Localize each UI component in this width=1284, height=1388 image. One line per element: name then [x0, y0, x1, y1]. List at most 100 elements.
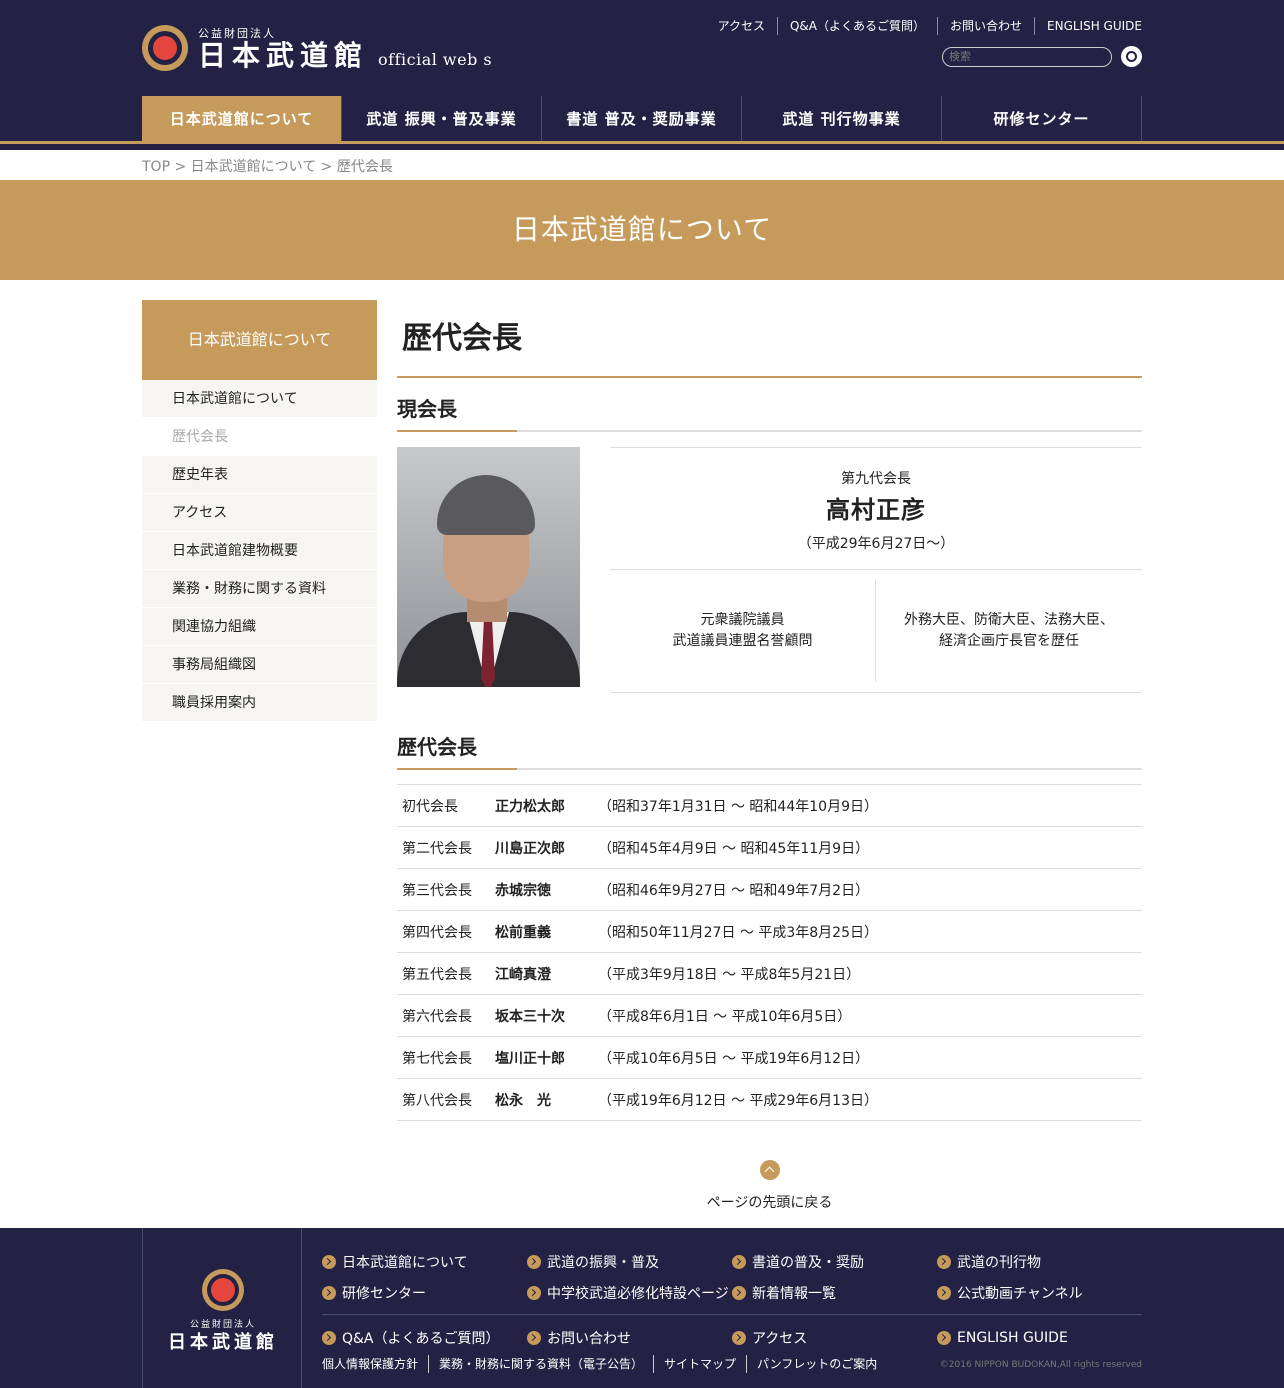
- row-term: （昭和37年1月31日 〜 昭和44年10月9日）: [598, 798, 878, 815]
- president-roles: 元衆議院議員武道議員連盟名誉顧問: [610, 580, 876, 682]
- row-name: 川島正次郎: [495, 840, 565, 857]
- breadcrumb[interactable]: TOP > 日本武道館について > 歴代会長: [142, 156, 393, 176]
- sidebar-title: 日本武道館について: [142, 300, 377, 380]
- footer-link-label[interactable]: 日本武道館について: [342, 1252, 468, 1272]
- table-row: 初代会長 正力松太郎 （昭和37年1月31日 〜 昭和44年10月9日）: [397, 785, 1142, 827]
- sidebar-item-history[interactable]: 歴史年表: [142, 456, 377, 494]
- row-term: （昭和50年11月27日 〜 平成3年8月25日）: [598, 924, 878, 941]
- footer-link[interactable]: ENGLISH GUIDE: [937, 1322, 1142, 1353]
- footer-link[interactable]: 公式動画チャンネル: [937, 1277, 1142, 1308]
- footer-logo[interactable]: 公益財団法人 日本武道館: [142, 1228, 302, 1388]
- nav-calligraphy[interactable]: 書道 普及・奨励事業: [542, 96, 742, 142]
- footer-link[interactable]: 武道の振興・普及: [527, 1246, 732, 1277]
- sidebar-item-recruit[interactable]: 職員採用案内: [142, 684, 377, 722]
- table-row: 第二代会長 川島正次郎 （昭和45年4月9日 〜 昭和45年11月9日）: [397, 827, 1142, 869]
- footer-link-label[interactable]: 新着情報一覧: [752, 1283, 836, 1303]
- footer-links: 日本武道館について 武道の振興・普及 書道の普及・奨励 武道の刊行物 研修センタ…: [322, 1246, 1142, 1353]
- sidebar-item-finance[interactable]: 業務・財務に関する資料: [142, 570, 377, 608]
- chevron-right-icon: [937, 1285, 951, 1300]
- sitemap-link[interactable]: サイトマップ: [653, 1355, 746, 1373]
- row-term: （平成10年6月5日 〜 平成19年6月12日）: [598, 1050, 870, 1067]
- chevron-right-icon: [732, 1330, 746, 1345]
- logo-big-text: 日本武道館: [198, 39, 369, 72]
- row-name: 赤城宗徳: [495, 882, 551, 899]
- site-logo[interactable]: 公益財団法人 日本武道館 official web s: [142, 25, 492, 71]
- privacy-policy-link[interactable]: 個人情報保護方針: [322, 1355, 428, 1373]
- nav-training-center[interactable]: 研修センター: [942, 96, 1142, 142]
- row-term: （昭和45年4月9日 〜 昭和45年11月9日）: [598, 840, 870, 857]
- footer-link[interactable]: 中学校武道必修化特設ページ: [527, 1277, 732, 1308]
- faq-link[interactable]: Q&A（よくあるご質問）: [776, 17, 937, 35]
- footer-link[interactable]: アクセス: [732, 1322, 937, 1353]
- footer-link[interactable]: 書道の普及・奨励: [732, 1246, 937, 1277]
- footer-link-label[interactable]: 研修センター: [342, 1283, 426, 1303]
- footer-link-label[interactable]: 武道の刊行物: [957, 1252, 1041, 1272]
- table-row: 第五代会長 江崎真澄 （平成3年9月18日 〜 平成8年5月21日）: [397, 953, 1142, 995]
- sidebar-item-org-chart[interactable]: 事務局組織図: [142, 646, 377, 684]
- search-icon[interactable]: [1121, 46, 1142, 67]
- sidebar-item-partners[interactable]: 関連協力組織: [142, 608, 377, 646]
- president-photo: [397, 447, 580, 687]
- nav-publications[interactable]: 武道 刊行物事業: [742, 96, 942, 142]
- logo-text: 公益財団法人 日本武道館: [198, 25, 368, 71]
- sidebar-item-access[interactable]: アクセス: [142, 494, 377, 532]
- site-footer: 公益財団法人 日本武道館 日本武道館について 武道の振興・普及 書道の普及・奨励…: [0, 1228, 1284, 1388]
- footer-link[interactable]: Q&A（よくあるご質問）: [322, 1322, 527, 1353]
- back-to-top[interactable]: ページの先頭に戻る: [397, 1160, 1142, 1212]
- sidebar-item-about[interactable]: 日本武道館について: [142, 380, 377, 418]
- access-link[interactable]: アクセス: [706, 17, 777, 35]
- table-row: 第三代会長 赤城宗徳 （昭和46年9月27日 〜 昭和49年7月2日）: [397, 869, 1142, 911]
- back-to-top-label[interactable]: ページの先頭に戻る: [397, 1192, 1142, 1212]
- table-row: 第八代会長 松永 光 （平成19年6月12日 〜 平成29年6月13日）: [397, 1079, 1142, 1121]
- contact-link[interactable]: お問い合わせ: [937, 17, 1034, 35]
- footer-link[interactable]: 武道の刊行物: [937, 1246, 1142, 1277]
- sidebar-item-presidents[interactable]: 歴代会長: [142, 418, 377, 456]
- row-generation: 第五代会長: [402, 966, 472, 983]
- header-divider: [0, 141, 1284, 144]
- footer-link-label[interactable]: Q&A（よくあるご質問）: [342, 1328, 500, 1348]
- row-generation: 第六代会長: [402, 1008, 472, 1025]
- history-table: 初代会長 正力松太郎 （昭和37年1月31日 〜 昭和44年10月9日） 第二代会長…: [397, 784, 1142, 1121]
- footer-link[interactable]: 新着情報一覧: [732, 1277, 937, 1308]
- english-guide-link[interactable]: ENGLISH GUIDE: [1034, 17, 1142, 35]
- footer-link-label[interactable]: アクセス: [752, 1328, 807, 1348]
- footer-link[interactable]: 日本武道館について: [322, 1246, 527, 1277]
- row-name: 松前重義: [495, 924, 551, 941]
- chevron-right-icon: [527, 1254, 541, 1269]
- financial-docs-link[interactable]: 業務・財務に関する資料（電子公告）: [428, 1355, 653, 1373]
- row-generation: 第二代会長: [402, 840, 472, 857]
- sidebar-item-building[interactable]: 日本武道館建物概要: [142, 532, 377, 570]
- row-term: （平成19年6月12日 〜 平成29年6月13日）: [598, 1092, 878, 1109]
- chevron-right-icon: [322, 1254, 336, 1269]
- footer-logo-big: 日本武道館: [168, 1332, 278, 1353]
- role-right-1: 外務大臣、防衛大臣、法務大臣、: [904, 612, 1114, 628]
- footer-link-label[interactable]: 中学校武道必修化特設ページ: [547, 1283, 729, 1303]
- row-term: （平成8年6月1日 〜 平成10年6月5日）: [598, 1008, 852, 1025]
- table-row: 第四代会長 松前重義 （昭和50年11月27日 〜 平成3年8月25日）: [397, 911, 1142, 953]
- footer-link[interactable]: お問い合わせ: [527, 1322, 732, 1353]
- role-left-2: 武道議員連盟名誉顧問: [672, 633, 813, 649]
- utility-links: アクセス Q&A（よくあるご質問） お問い合わせ ENGLISH GUIDE: [706, 17, 1142, 35]
- row-generation: 第八代会長: [402, 1092, 472, 1109]
- current-president-heading: 現会長: [397, 398, 1142, 432]
- footer-link-label[interactable]: ENGLISH GUIDE: [957, 1330, 1068, 1346]
- row-generation: 初代会長: [402, 798, 458, 815]
- footer-link-label[interactable]: 公式動画チャンネル: [957, 1283, 1083, 1303]
- footer-link-label[interactable]: 武道の振興・普及: [547, 1252, 659, 1272]
- chevron-up-icon[interactable]: [759, 1160, 780, 1180]
- footer-link[interactable]: 研修センター: [322, 1277, 527, 1308]
- role-left-1: 元衆議院議員: [700, 612, 785, 628]
- footer-link-label[interactable]: お問い合わせ: [547, 1328, 631, 1348]
- chevron-right-icon: [322, 1330, 336, 1345]
- search-input[interactable]: 検索: [942, 47, 1112, 67]
- row-name: 坂本三十次: [495, 1008, 565, 1025]
- footer-link-label[interactable]: 書道の普及・奨励: [752, 1252, 864, 1272]
- nav-about[interactable]: 日本武道館について: [142, 96, 342, 142]
- pamphlet-link[interactable]: パンフレットのご案内: [746, 1355, 887, 1373]
- current-president: 第九代会長 高村正彦 （平成29年6月27日〜） 元衆議院議員 武道議員連盟名誉顧…: [397, 447, 1142, 693]
- chevron-right-icon: [732, 1254, 746, 1269]
- row-name: 松永 光: [495, 1092, 551, 1109]
- footer-divider: [322, 1314, 1142, 1315]
- chevron-right-icon: [937, 1330, 951, 1345]
- nav-budo-promotion[interactable]: 武道 振興・普及事業: [342, 96, 542, 142]
